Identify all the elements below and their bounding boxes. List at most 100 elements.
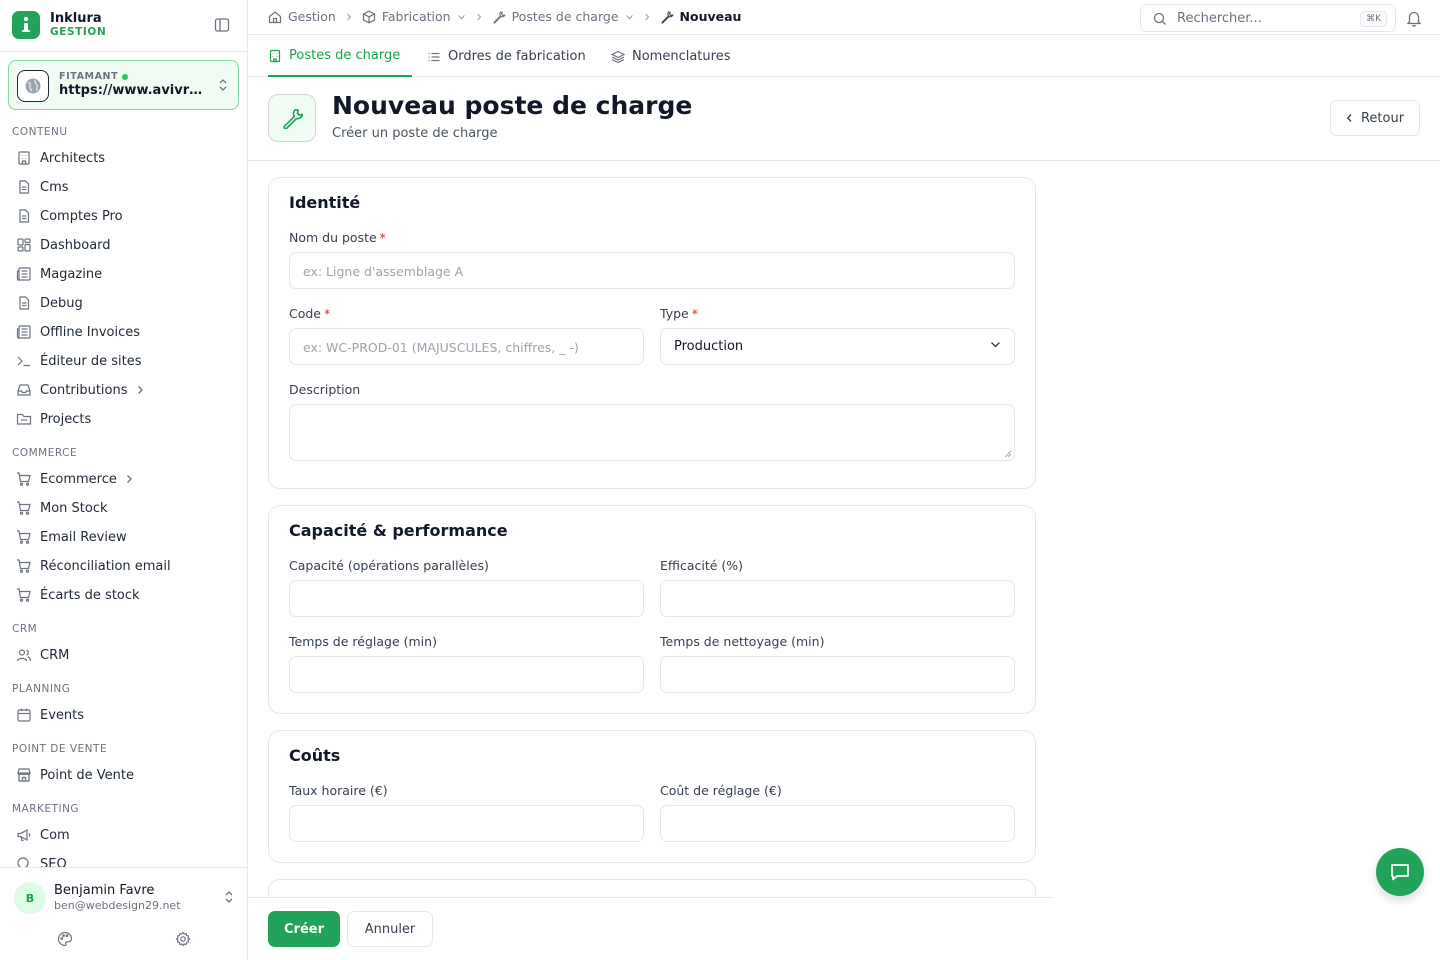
- sidebar-item-dashboard[interactable]: Dashboard: [16, 232, 111, 258]
- name-field-placeholder: ex: Ligne d'assemblage A: [303, 264, 464, 279]
- chat-button[interactable]: [1376, 848, 1424, 896]
- settings-gear-icon[interactable]: [175, 931, 191, 947]
- code-field[interactable]: ex: WC-PROD-01 (MAJUSCULES, chiffres, _ …: [289, 328, 644, 365]
- breadcrumb-fabrication[interactable]: Fabrication: [362, 9, 466, 24]
- sidebar-item-label: Dashboard: [40, 237, 111, 253]
- setup-cost-field[interactable]: [660, 805, 1015, 842]
- tab-postes-de-charge[interactable]: Postes de charge: [268, 36, 413, 77]
- search-icon: [17, 857, 29, 867]
- cart-icon: [17, 472, 31, 486]
- sidebar-item-debug[interactable]: Debug: [16, 290, 83, 316]
- search-placeholder: Rechercher...: [1177, 11, 1262, 26]
- module-tabs: Postes de charge Ordres de fabrication N…: [248, 36, 1440, 77]
- sidebar-item-email-review[interactable]: Email Review: [16, 524, 127, 550]
- back-button-label: Retour: [1360, 110, 1405, 126]
- topbar: Gestion Fabrication Postes de charge Nou…: [248, 0, 1440, 35]
- cancel-button[interactable]: Annuler: [347, 911, 433, 947]
- breadcrumb-gestion[interactable]: Gestion: [268, 9, 336, 24]
- user-email: ben@webdesign29.net: [54, 899, 181, 912]
- sidebar-item-magazine[interactable]: Magazine: [16, 261, 102, 287]
- back-button[interactable]: Retour: [1330, 100, 1420, 136]
- search-icon: [1153, 12, 1166, 25]
- sidebar-item-ecarts-de-stock[interactable]: Écarts de stock: [16, 582, 140, 608]
- folder-icon: [16, 413, 32, 425]
- sidebar-item-label: Debug: [40, 295, 83, 311]
- page-title: Nouveau poste de charge: [332, 91, 693, 120]
- sidebar-item-label: Mon Stock: [40, 500, 108, 516]
- sidebar-item-com[interactable]: Com: [16, 822, 70, 848]
- wrench-icon: [492, 10, 506, 24]
- search-input[interactable]: Rechercher... ⌘K: [1140, 4, 1396, 32]
- efficiency-field[interactable]: [660, 580, 1015, 617]
- site-switcher[interactable]: FITAMANT https://www.avivre.fr: [8, 60, 239, 110]
- create-button[interactable]: Créer: [268, 911, 340, 947]
- setup-time-field[interactable]: [289, 656, 644, 693]
- file-icon: [19, 180, 30, 194]
- sidebar-item-architects[interactable]: Architects: [16, 145, 105, 171]
- capacity-field[interactable]: [289, 580, 644, 617]
- sidebar-item-contributions[interactable]: Contributions: [16, 377, 144, 403]
- file-icon: [19, 296, 30, 310]
- card-title: Coûts: [289, 746, 341, 765]
- megaphone-icon: [17, 828, 31, 842]
- type-select[interactable]: Production: [660, 328, 1015, 365]
- hourly-rate-field[interactable]: [289, 805, 644, 842]
- sidebar-item-comptes-pro[interactable]: Comptes Pro: [16, 203, 123, 229]
- chevrons-updown-icon: [224, 890, 234, 904]
- form-action-bar: Créer Annuler: [248, 897, 1053, 960]
- sidebar-item-cms[interactable]: Cms: [16, 174, 69, 200]
- users-icon: [16, 649, 32, 662]
- sidebar-item-events[interactable]: Events: [16, 702, 84, 728]
- avatar: B: [14, 882, 46, 914]
- sidebar-item-label: Magazine: [40, 266, 103, 282]
- sidebar-item-label: Offline Invoices: [40, 324, 141, 340]
- sidebar-item-offline-invoices[interactable]: Offline Invoices: [16, 319, 140, 345]
- user-menu[interactable]: B Benjamin Favre ben@webdesign29.net: [14, 880, 238, 916]
- breadcrumb-postes-de-charge[interactable]: Postes de charge: [492, 9, 634, 24]
- description-field[interactable]: [289, 404, 1015, 461]
- site-url: https://www.avivre.fr: [59, 83, 209, 98]
- palette-icon[interactable]: [57, 931, 73, 947]
- sidebar-item-projects[interactable]: Projects: [16, 406, 91, 432]
- sidebar-item-label: Réconciliation email: [40, 558, 171, 574]
- brand: Inklura GESTION: [12, 11, 236, 41]
- sidebar-toggle-icon[interactable]: [214, 17, 230, 33]
- section-label-contenu: CONTENU: [12, 126, 68, 138]
- sidebar: Inklura GESTION FITAMANT https://www.avi…: [0, 0, 248, 960]
- page-subtitle: Créer un poste de charge: [332, 126, 498, 141]
- sidebar-item-label: Cms: [40, 179, 69, 195]
- chat-bubble-icon: [1391, 864, 1409, 881]
- chevron-left-icon: [1346, 114, 1352, 122]
- cart-icon: [17, 588, 31, 602]
- chevron-right-icon: [346, 13, 352, 20]
- tab-ordres-de-fabrication[interactable]: Ordres de fabrication: [427, 36, 586, 77]
- sidebar-item-ecommerce[interactable]: Ecommerce: [16, 466, 133, 492]
- setup-cost-field-label: Coût de réglage (€): [660, 783, 782, 798]
- tab-nomenclatures[interactable]: Nomenclatures: [611, 36, 730, 77]
- chevron-right-icon: [644, 13, 649, 20]
- sidebar-item-label: Éditeur de sites: [40, 353, 142, 369]
- section-label-point-de-vente: POINT DE VENTE: [12, 743, 108, 755]
- breadcrumb-label: Fabrication: [381, 9, 451, 24]
- home-icon: [268, 10, 282, 23]
- cart-icon: [17, 559, 31, 573]
- sidebar-item-editeur-de-sites[interactable]: Éditeur de sites: [16, 348, 142, 374]
- sidebar-item-crm[interactable]: CRM: [16, 642, 69, 668]
- sidebar-item-point-de-vente[interactable]: Point de Vente: [16, 762, 134, 788]
- chevron-right-icon: [476, 13, 481, 20]
- breadcrumb-label: Gestion: [288, 9, 336, 24]
- efficiency-field-label: Efficacité (%): [660, 558, 744, 573]
- section-label-marketing: MARKETING: [12, 803, 80, 815]
- breadcrumb-nouveau: Nouveau: [660, 9, 741, 24]
- sidebar-item-seo[interactable]: SEO: [16, 851, 67, 867]
- cleanup-time-field[interactable]: [660, 656, 1015, 693]
- required-asterisk: *: [379, 230, 386, 245]
- section-label-crm: CRM: [12, 623, 38, 635]
- notifications-bell-icon[interactable]: [1406, 10, 1422, 27]
- name-field[interactable]: ex: Ligne d'assemblage A: [289, 252, 1015, 289]
- sidebar-item-reconciliation-email[interactable]: Réconciliation email: [16, 553, 171, 579]
- online-dot-icon: [122, 73, 129, 80]
- sidebar-item-mon-stock[interactable]: Mon Stock: [16, 495, 108, 521]
- resize-handle-icon[interactable]: [1004, 450, 1012, 458]
- brand-subtitle: GESTION: [50, 26, 107, 38]
